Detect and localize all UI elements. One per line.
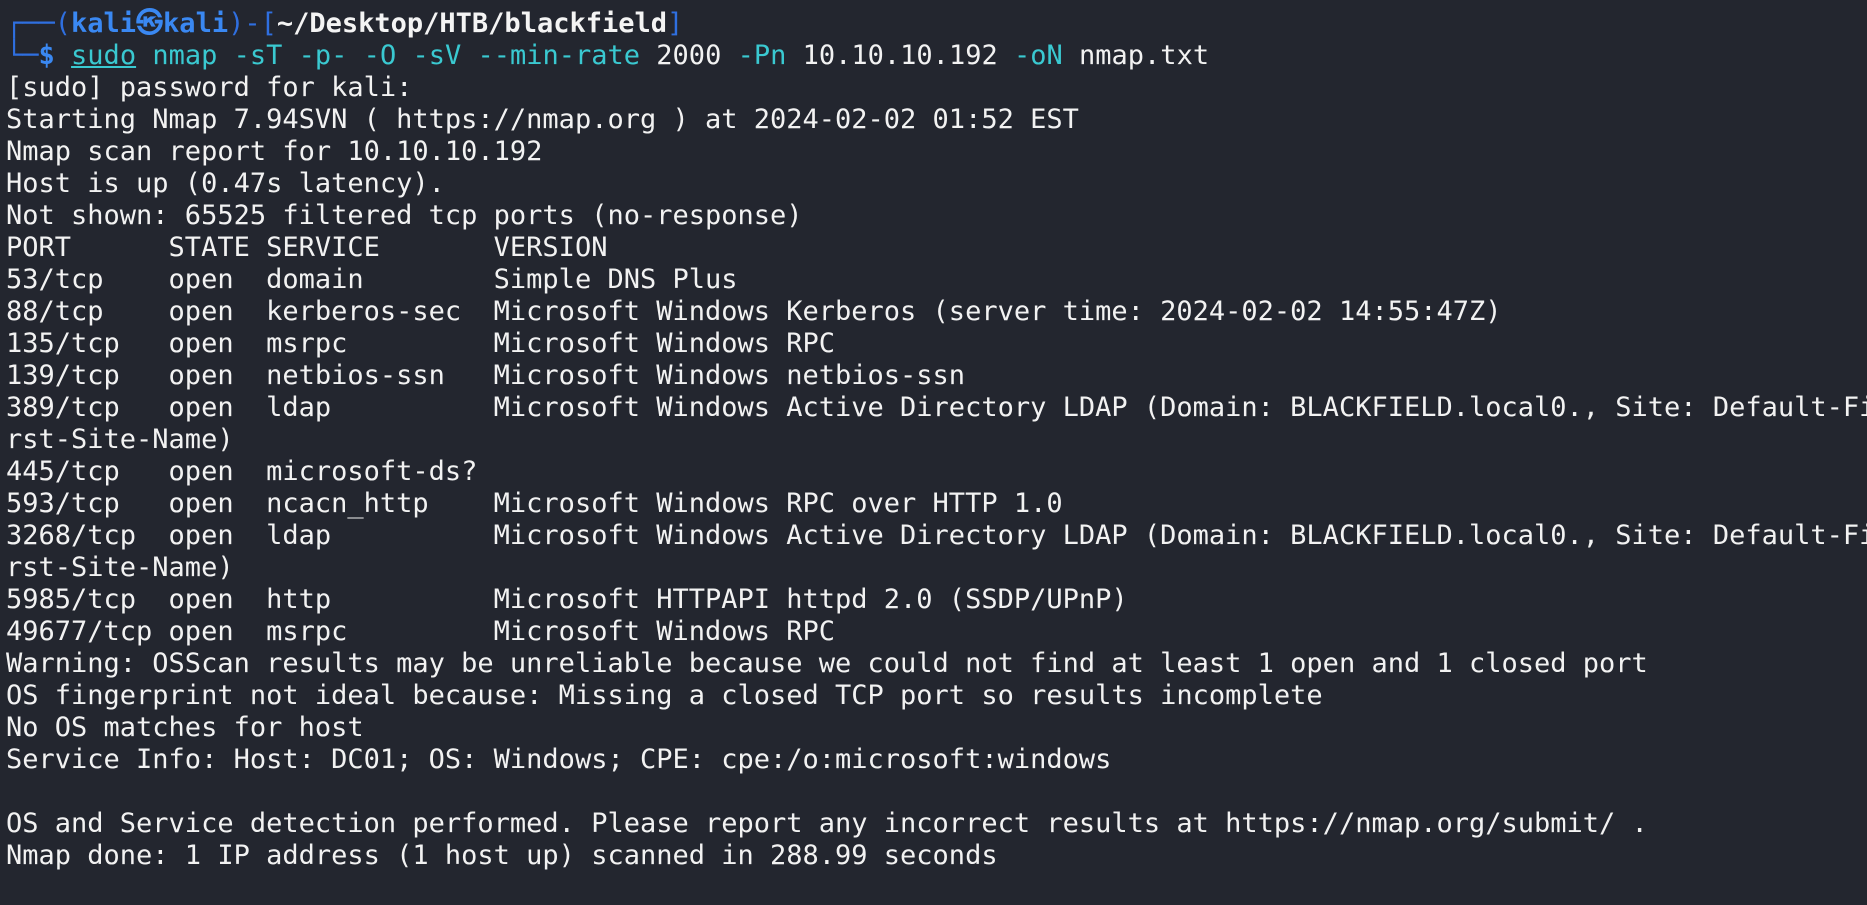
command-line: └─$ sudo nmap -sT -p- -O -sV --min-rate …: [6, 40, 1867, 72]
output-line: Service Info: Host: DC01; OS: Windows; C…: [6, 744, 1112, 775]
command-flags: -sT -p- -O -sV --min-rate: [233, 40, 641, 71]
prompt-symbol: $: [38, 40, 55, 71]
output-line: Not shown: 65525 filtered tcp ports (no-…: [6, 200, 803, 231]
output-line: 135/tcp open msrpc Microsoft Windows RPC: [6, 328, 836, 359]
output-line: Host is up (0.47s latency).: [6, 168, 445, 199]
output-line: PORT STATE SERVICE VERSION: [6, 232, 608, 263]
command-flag-on: -oN: [1013, 40, 1063, 71]
output-line: Nmap done: 1 IP address (1 host up) scan…: [6, 840, 998, 871]
output-line: 53/tcp open domain Simple DNS Plus: [6, 264, 738, 295]
output-line: No OS matches for host: [6, 712, 364, 743]
output-line: rst-Site-Name): [6, 424, 234, 455]
terminal-window[interactable]: ┌──(kali㉿kali)-[~/Desktop/HTB/blackfield…: [0, 0, 1867, 905]
output-line: Nmap scan report for 10.10.10.192: [6, 136, 543, 167]
output-line: Warning: OSScan results may be unreliabl…: [6, 648, 1648, 679]
output-line: OS fingerprint not ideal because: Missin…: [6, 680, 1323, 711]
command-program: nmap: [152, 40, 218, 71]
output-line: 389/tcp open ldap Microsoft Windows Acti…: [6, 392, 1867, 423]
prompt-frame-bottom: └─: [6, 40, 39, 71]
output-line: 593/tcp open ncacn_http Microsoft Window…: [6, 488, 1063, 519]
command-outfile: nmap.txt: [1079, 40, 1210, 71]
output-line: 445/tcp open microsoft-ds?: [6, 456, 478, 487]
output-line: Starting Nmap 7.94SVN ( https://nmap.org…: [6, 104, 1079, 135]
prompt-frame-end: ]: [667, 8, 684, 39]
output-line: 3268/tcp open ldap Microsoft Windows Act…: [6, 520, 1867, 551]
command-sudo: sudo: [71, 40, 137, 71]
prompt-user-host: kali㉿kali: [71, 8, 229, 39]
prompt-line: ┌──(kali㉿kali)-[~/Desktop/HTB/blackfield…: [6, 8, 1867, 40]
output-line: OS and Service detection performed. Plea…: [6, 808, 1648, 839]
prompt-frame-mid: )-[: [228, 8, 277, 39]
output-line: [sudo] password for kali:: [6, 72, 413, 103]
output-line: 88/tcp open kerberos-sec Microsoft Windo…: [6, 296, 1502, 327]
terminal-output: [sudo] password for kali: Starting Nmap 7…: [6, 72, 1867, 872]
output-line: 49677/tcp open msrpc Microsoft Windows R…: [6, 616, 836, 647]
prompt-frame-top: ┌──(: [6, 8, 72, 39]
output-line: 5985/tcp open http Microsoft HTTPAPI htt…: [6, 584, 1128, 615]
output-line: rst-Site-Name): [6, 552, 234, 583]
output-line: 139/tcp open netbios-ssn Microsoft Windo…: [6, 360, 966, 391]
prompt-working-directory: ~/Desktop/HTB/blackfield: [276, 8, 667, 39]
command-target: 10.10.10.192: [802, 40, 998, 71]
command-flag-pn: -Pn: [737, 40, 787, 71]
command-rate: 2000: [656, 40, 722, 71]
